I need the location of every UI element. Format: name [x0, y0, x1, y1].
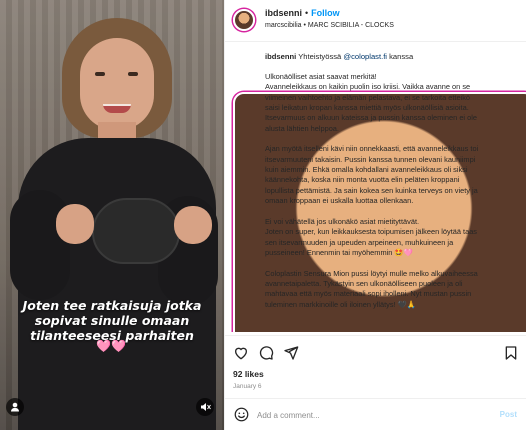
username-link[interactable]: ibdsenni: [265, 8, 302, 18]
caption-line: Ei voi vähätellä jos ulkonäkö asiat miet…: [265, 216, 420, 226]
media-ostomy-pouch: [92, 198, 180, 264]
caption-line: avannetaipaletta. Tykästyin sen ulkonäöl…: [265, 278, 463, 288]
media-person-arm-left: [10, 190, 70, 300]
header-user-line: ibdsenni • Follow: [265, 8, 340, 18]
caption-username[interactable]: ibdsenni: [265, 52, 296, 61]
post-comment-button[interactable]: Post: [500, 410, 517, 419]
comment-bar: Post: [225, 398, 526, 430]
caption-paragraph-gap: [265, 134, 523, 144]
caption-line: saisi leikatun kropan kanssa miettiä myö…: [265, 103, 469, 113]
caption-header: ibdsenni Yhteistyössä @coloplast.fi kans…: [265, 52, 413, 61]
bookmark-icon[interactable]: [503, 345, 519, 361]
likes-count[interactable]: 92 likes: [233, 369, 264, 379]
media-caption-line: Joten tee ratkaisuja jotka: [22, 298, 202, 313]
media-caption-emoji: 🩷🩷: [96, 339, 126, 353]
post-media[interactable]: Joten tee ratkaisuja jotka sopivat sinul…: [0, 0, 224, 430]
collab-suffix: kanssa: [389, 52, 414, 61]
post-caption: ibdsenni Yhteistyössä @coloplast.fi kans…: [225, 42, 526, 332]
caption-line: mahtavaa että myös materiaali sopi iholl…: [265, 289, 472, 299]
collab-prefix: Yhteistyössä: [298, 52, 342, 61]
caption-line: Ulkonäölliset asiat saavat merkitä!: [265, 72, 377, 81]
comment-input[interactable]: [257, 405, 477, 425]
media-person-hand-right: [174, 206, 212, 244]
caption-line: pusseineen! Ennenmin tai myöhemmin 🤩🩷: [265, 247, 413, 257]
media-caption: Joten tee ratkaisuja jotka sopivat sinul…: [0, 298, 224, 343]
caption-paragraph-gap: [265, 258, 523, 268]
smiley-icon[interactable]: [234, 407, 249, 422]
avatar[interactable]: [233, 9, 255, 31]
caption-line: Joten on super, kun leikkauksesta toipum…: [265, 227, 477, 237]
caption-paragraph-gap: [265, 206, 523, 216]
separator-dot: •: [305, 8, 309, 18]
caption-line: tuleminen markkinoille oli iloinen yllät…: [265, 299, 417, 309]
caption-line: viimeinen vaihtoehto ja elämän pelastava…: [265, 92, 471, 102]
share-icon[interactable]: [283, 345, 299, 361]
media-caption-line: sopivat sinulle omaan: [34, 313, 190, 328]
caption-line: omaan kroppaan ei uskalla luottaa ollenk…: [265, 196, 414, 206]
caption-body: Ulkonäölliset asiat saavat merkitä! Avann…: [265, 72, 523, 310]
caption-line: Avanneleikkaus on kaikin puolin iso krii…: [265, 82, 471, 92]
collab-mention[interactable]: @coloplast.fi: [343, 52, 387, 61]
post-sidebar: ibdsenni • Follow marcscibilia • MARC SCIB…: [224, 0, 526, 430]
mute-icon[interactable]: [196, 398, 214, 416]
post-header: ibdsenni • Follow marcscibilia • MARC SCIB…: [225, 0, 526, 42]
caption-line: lopullista pettämistä. Ja sain kokea sen…: [265, 185, 478, 195]
follow-button[interactable]: Follow: [311, 8, 340, 18]
caption-line: kuin aiemmin. Ehkä omalla kohdallani ava…: [265, 165, 468, 175]
post-date: January 6: [233, 383, 262, 390]
comment-icon[interactable]: [258, 345, 274, 361]
heart-icon[interactable]: [233, 345, 249, 361]
media-person-eye-right: [128, 72, 138, 76]
media-person-face: [80, 38, 154, 130]
person-icon[interactable]: [6, 398, 24, 416]
caption-line: alusta lähtien helppoa.: [265, 123, 339, 133]
caption-line: Ajan myötä itselleni kävi niin onnekkaas…: [265, 144, 479, 154]
media-person-hand-left: [56, 204, 94, 244]
audio-attribution[interactable]: marcscibilia • MARC SCIBILIA - CLOCKS: [265, 22, 394, 29]
caption-line: itsevarmuuteni takaisin. Pussin kanssa t…: [265, 154, 476, 164]
caption-line: sen itsevarmuuden ja upeuden arpeineen, …: [265, 237, 454, 247]
caption-line: käännekohta, koska niin monta vuotta eli…: [265, 175, 460, 185]
caption-line: Itsevarmuus on alkuun kateissa ja pussin…: [265, 113, 477, 123]
media-person-eye-left: [95, 72, 105, 76]
action-bar: [225, 335, 526, 369]
caption-line: Coloplastin Sensura Mion pussi löytyi mu…: [265, 268, 478, 278]
